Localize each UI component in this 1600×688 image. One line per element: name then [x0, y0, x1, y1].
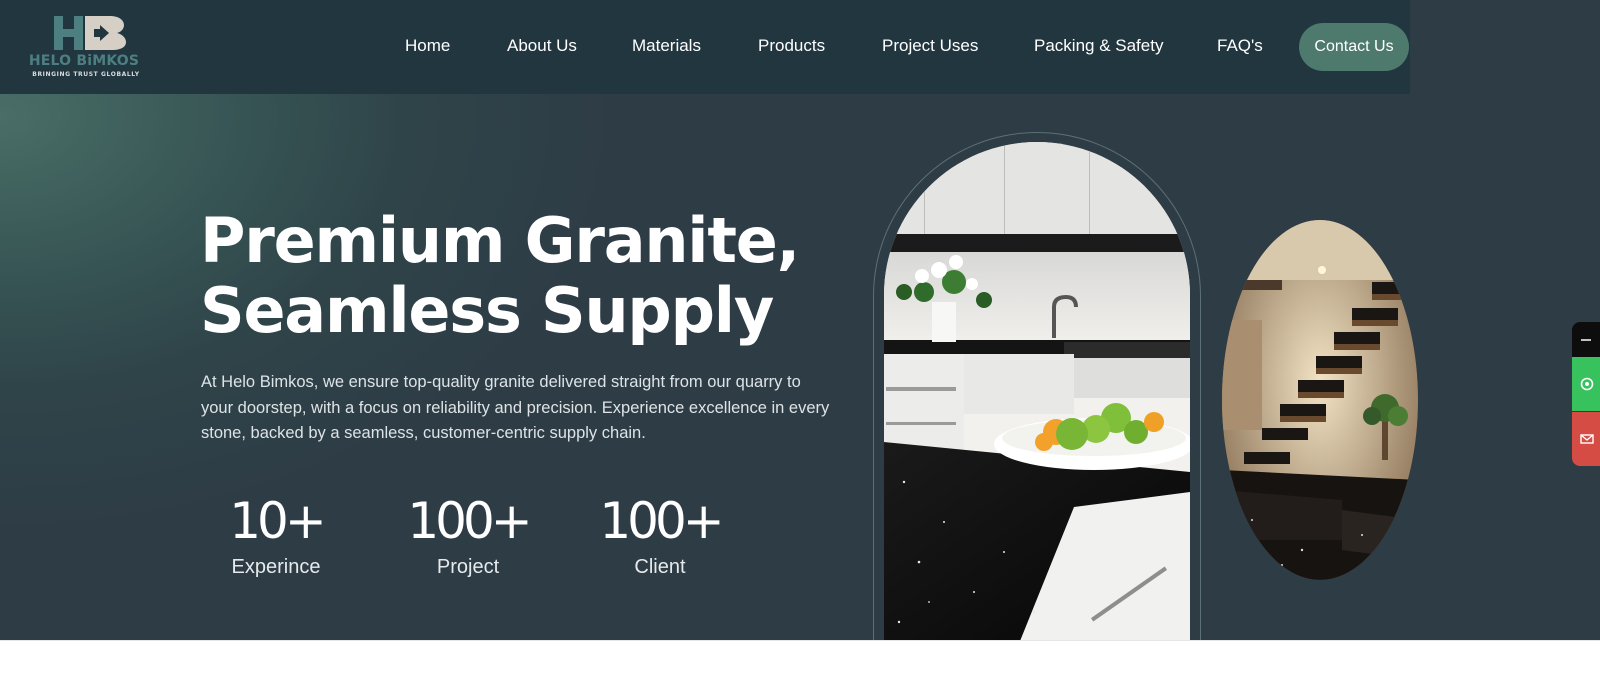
- hero-title-line-2: Seamless Supply: [200, 274, 774, 347]
- staircase-illustration: [1222, 220, 1418, 580]
- nav-item-products[interactable]: Products: [758, 36, 825, 56]
- stat-label: Experince: [231, 556, 321, 578]
- nav-item-materials[interactable]: Materials: [632, 36, 701, 56]
- stat-value: 10+: [229, 492, 327, 550]
- stat-value: 100+: [599, 492, 724, 550]
- hero-title: Premium Granite, Seamless Supply: [200, 204, 800, 347]
- nav-item-about-us[interactable]: About Us: [507, 36, 577, 56]
- nav-item-project-uses[interactable]: Project Uses: [882, 36, 978, 56]
- stat-clients: 100+ Client: [580, 492, 740, 579]
- mail-icon: [1580, 434, 1594, 444]
- scroll-top-button[interactable]: [1572, 322, 1600, 358]
- hero-title-line-1: Premium Granite,: [200, 204, 800, 277]
- whatsapp-button[interactable]: [1572, 357, 1600, 411]
- nav-item-packing-safety[interactable]: Packing & Safety: [1034, 36, 1163, 56]
- stat-value: 100+: [407, 492, 532, 550]
- nav-item-home[interactable]: Home: [405, 36, 450, 56]
- stat-label: Project: [436, 556, 500, 578]
- kitchen-illustration: [884, 142, 1190, 656]
- email-button[interactable]: [1572, 412, 1600, 466]
- hero-description: At Helo Bimkos, we ensure top-quality gr…: [201, 373, 830, 442]
- stat-label: Client: [634, 556, 686, 578]
- page: HELO BiMKOS BRINGING TRUST GLOBALLY Home…: [0, 0, 1600, 688]
- granite-staircase-photo: [1222, 220, 1418, 580]
- contact-us-button[interactable]: Contact Us: [1299, 23, 1409, 71]
- kitchen-granite-photo: [884, 142, 1190, 656]
- site-header: HELO BiMKOS BRINGING TRUST GLOBALLY Home…: [0, 0, 1410, 94]
- whatsapp-icon: [1580, 377, 1594, 391]
- stat-experience: 10+ Experince: [196, 492, 356, 579]
- arrow-up-icon: [1581, 339, 1591, 341]
- main-nav: Home About Us Materials Products Project…: [0, 0, 1410, 94]
- nav-item-faqs[interactable]: FAQ's: [1217, 36, 1263, 56]
- next-section: [0, 640, 1600, 688]
- stat-projects: 100+ Project: [388, 492, 548, 579]
